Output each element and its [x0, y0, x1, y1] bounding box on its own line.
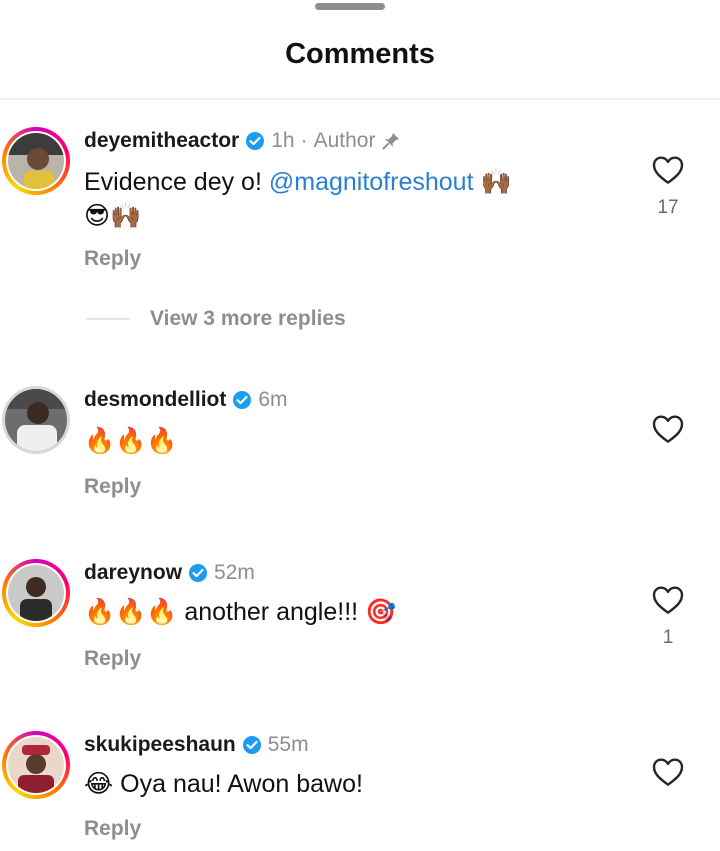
like-group — [648, 414, 688, 444]
comment-meta: dareynow 52m — [84, 559, 255, 587]
reply-button[interactable]: Reply — [84, 475, 141, 499]
avatar[interactable] — [2, 127, 70, 195]
fire-emojis: 🔥🔥🔥 — [84, 597, 178, 626]
comment-text: 🔥🔥🔥 — [84, 426, 178, 455]
heart-outline-icon[interactable] — [652, 585, 684, 615]
username[interactable]: skukipeeshaun — [84, 731, 236, 759]
heart-outline-icon[interactable] — [652, 155, 684, 185]
view-more-replies[interactable]: View 3 more replies — [86, 307, 346, 331]
comments-header: Comments — [0, 0, 720, 100]
timestamp: 55m — [267, 733, 309, 756]
like-count: 17 — [657, 197, 679, 218]
like-group: 17 — [648, 155, 688, 219]
verified-badge-icon — [242, 736, 261, 754]
verified-badge-icon — [189, 564, 208, 582]
reply-button[interactable]: Reply — [84, 247, 141, 271]
heart-outline-icon[interactable] — [652, 414, 684, 444]
comment-text: Evidence dey o! @magnitofreshout 🙌🏾 😎🙌🏾 — [84, 167, 512, 230]
page-title: Comments — [285, 38, 435, 70]
verified-badge-icon — [233, 391, 252, 409]
author-label: Author — [313, 129, 376, 152]
laughing-emoji: 😂 — [84, 769, 114, 798]
comment-meta: desmondelliot 6m — [84, 386, 288, 414]
timestamp: 1h — [271, 129, 295, 152]
reply-button[interactable]: Reply — [84, 647, 141, 671]
target-emoji: 🎯 — [365, 597, 397, 626]
separator: · — [300, 129, 308, 152]
username[interactable]: deyemitheactor — [84, 127, 239, 155]
timestamp: 6m — [258, 388, 288, 411]
heart-outline-icon[interactable] — [652, 757, 684, 787]
like-group: 1 — [648, 585, 688, 649]
comment-meta: skukipeeshaun 55m — [84, 731, 309, 759]
username[interactable]: desmondelliot — [84, 386, 226, 414]
like-group — [648, 757, 688, 787]
pin-icon — [382, 133, 400, 150]
divider — [86, 318, 130, 320]
comment-meta: deyemitheactor 1h · Author — [84, 127, 401, 155]
avatar[interactable] — [2, 386, 70, 454]
comment-text: 😂 Oya nau! Awon bawo! — [84, 769, 363, 798]
comment-text: 🔥🔥🔥 another angle!!! 🎯 — [84, 597, 397, 626]
username[interactable]: dareynow — [84, 559, 182, 587]
view-more-replies-label: View 3 more replies — [150, 307, 346, 330]
emoji-line: 😎🙌🏾 — [84, 201, 142, 230]
verified-badge-icon — [246, 132, 265, 150]
avatar[interactable] — [2, 731, 70, 799]
avatar[interactable] — [2, 559, 70, 627]
like-count: 1 — [662, 627, 674, 648]
timestamp: 52m — [214, 561, 255, 584]
mention-link[interactable]: @magnitofreshout — [269, 168, 474, 196]
reply-button[interactable]: Reply — [84, 817, 141, 841]
raising-hands-emoji: 🙌🏾 — [480, 167, 512, 196]
